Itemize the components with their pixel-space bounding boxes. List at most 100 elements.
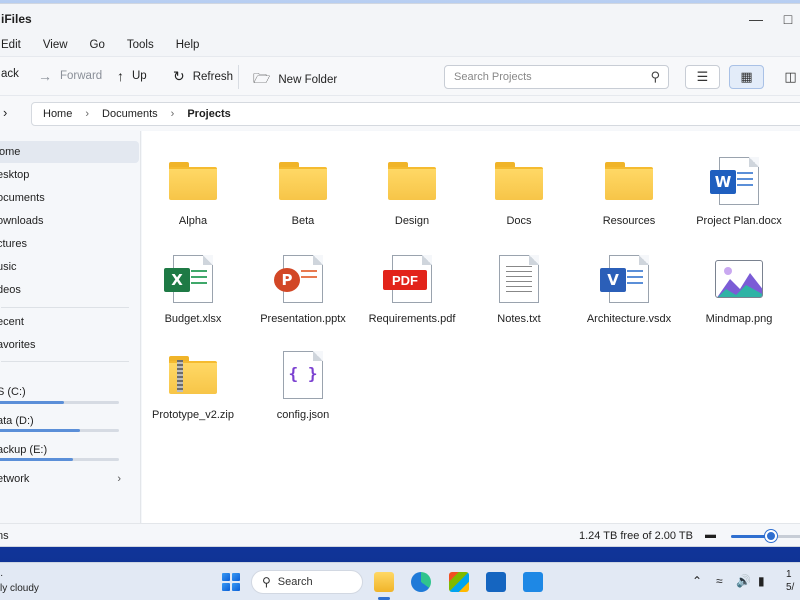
pdf-glyph: PDF [383, 270, 427, 290]
zoom-slider-thumb[interactable] [764, 530, 777, 542]
new-folder-button[interactable]: 🗁 New Folder [253, 68, 337, 92]
excel-glyph: X [164, 268, 190, 292]
pane-icon: ◫ [784, 69, 797, 84]
sidebar-drive-c[interactable]: S (C:) [0, 381, 137, 403]
file-tile[interactable]: P Presentation.pptx [251, 251, 355, 325]
file-tile[interactable]: Design [360, 153, 464, 227]
drive-usage-bar [0, 458, 119, 461]
clock-time: 1 [786, 569, 792, 580]
sidebar-item-label: etwork [0, 473, 30, 485]
drive-label: ata (D:) [0, 415, 34, 427]
image-file-icon [715, 260, 763, 298]
sidebar-item-videos[interactable]: deos [0, 279, 137, 301]
json-glyph: { } [288, 364, 318, 383]
file-tile[interactable]: Prototype_v2.zip [141, 347, 245, 421]
up-button[interactable]: ↑ Up [117, 68, 147, 84]
chevron-up-icon[interactable]: ⌃ [692, 574, 702, 588]
file-explorer-icon[interactable] [374, 572, 394, 592]
sidebar-item-pictures[interactable]: ctures [0, 233, 137, 255]
json-file-icon: { } [283, 351, 323, 399]
sidebar-item-documents[interactable]: ocuments [0, 187, 137, 209]
sidebar-item-downloads[interactable]: ownloads [0, 210, 137, 232]
zoom-out-icon[interactable]: ▬ [705, 529, 716, 541]
powerpoint-document-icon: P [274, 255, 323, 303]
sidebar-item-music[interactable]: usic [0, 256, 137, 278]
weather-text: ly cloudy [0, 583, 39, 594]
edge-browser-icon[interactable] [411, 572, 431, 592]
search-icon: ⚲ [262, 575, 271, 589]
grid-view-button[interactable]: ▦ [729, 65, 764, 89]
sidebar-item-label: deos [0, 284, 21, 296]
taskbar-search-label: Search [277, 576, 313, 588]
file-name: Budget.xlsx [164, 313, 222, 325]
weather-widget[interactable]: ​· ly cloudy [0, 569, 39, 595]
breadcrumb-documents[interactable]: Documents [102, 108, 158, 120]
minimize-icon[interactable]: — [746, 10, 766, 28]
sidebar-item-network[interactable]: etwork › [0, 468, 137, 490]
sidebar-item-home[interactable]: ome [0, 141, 139, 163]
sidebar-item-label: ocuments [0, 192, 45, 204]
start-icon[interactable] [222, 573, 240, 591]
search-input[interactable] [445, 66, 635, 88]
grid-view-icon: ▦ [740, 69, 753, 84]
back-button[interactable]: ack [1, 68, 19, 80]
folder-icon [279, 162, 327, 200]
app-title: iFiles [1, 12, 32, 26]
sidebar-item-favorites[interactable]: avorites [0, 334, 137, 356]
store-icon[interactable] [449, 572, 469, 592]
mail-icon[interactable] [486, 572, 506, 592]
sidebar-item-recent[interactable]: ecent [0, 311, 137, 333]
file-tile[interactable]: W Project Plan.docx [687, 153, 791, 227]
weather-icon: ​· [0, 570, 4, 581]
file-tile[interactable]: Alpha [141, 153, 245, 227]
back-label: ack [1, 68, 19, 80]
visio-glyph: V [600, 268, 626, 292]
menu-view[interactable]: View [43, 39, 68, 51]
battery-icon[interactable]: ▮ [758, 574, 765, 588]
maximize-icon[interactable]: □ [778, 10, 798, 28]
menu-tools[interactable]: Tools [127, 39, 154, 51]
file-tile[interactable]: X Budget.xlsx [141, 251, 245, 325]
breadcrumb-home[interactable]: Home [43, 108, 72, 120]
file-grid: Alpha Beta Design Docs Resources W Proje… [142, 131, 800, 523]
file-explorer-window: iFiles — □ Edit View Go Tools Help ack →… [0, 3, 800, 547]
sidebar-item-label: ecent [0, 316, 24, 328]
powerpoint-glyph: P [274, 268, 300, 292]
taskbar-search[interactable]: ⚲ Search [251, 570, 363, 594]
menu-edit[interactable]: Edit [1, 39, 21, 51]
up-label: Up [132, 70, 147, 82]
wifi-icon[interactable]: ≈ [716, 574, 723, 588]
forward-button[interactable]: → Forward [38, 68, 102, 84]
menu-help[interactable]: Help [176, 39, 200, 51]
search-icon[interactable]: ⚲ [650, 69, 660, 85]
folder-icon [605, 162, 653, 200]
clock[interactable]: 1 5/ [786, 568, 794, 594]
sidebar-item-label: ownloads [0, 215, 44, 227]
sidebar-item-desktop[interactable]: esktop [0, 164, 137, 186]
file-name: config.json [276, 409, 330, 421]
menu-go[interactable]: Go [90, 39, 105, 51]
sidebar-item-label: ctures [0, 238, 27, 250]
zoom-slider[interactable] [731, 530, 800, 542]
file-tile[interactable]: Resources [577, 153, 681, 227]
file-tile[interactable]: Beta [251, 153, 355, 227]
file-tile[interactable]: PDF Requirements.pdf [360, 251, 464, 325]
file-tile[interactable]: Docs [467, 153, 571, 227]
refresh-button[interactable]: ↻ Refresh [173, 68, 233, 85]
sidebar-item-label: usic [0, 261, 17, 273]
breadcrumb-projects[interactable]: Projects [187, 108, 230, 120]
breadcrumb-separator-icon: › [170, 108, 175, 120]
drive-label: S (C:) [0, 386, 26, 398]
file-tile[interactable]: { } config.json [251, 347, 355, 421]
details-pane-button[interactable]: ◫ [773, 65, 800, 89]
chevron-right-icon[interactable]: › [3, 105, 7, 120]
list-view-button[interactable]: ☰ [685, 65, 720, 89]
file-tile[interactable]: Mindmap.png [687, 251, 791, 325]
file-name: Architecture.vsdx [586, 313, 672, 325]
volume-icon[interactable]: 🔊 [736, 574, 751, 588]
file-tile[interactable]: V Architecture.vsdx [577, 251, 681, 325]
file-tile[interactable]: Notes.txt [467, 251, 571, 325]
calendar-icon[interactable] [523, 572, 543, 592]
file-name: Docs [506, 215, 532, 227]
new-folder-icon: 🗁 [253, 70, 271, 86]
